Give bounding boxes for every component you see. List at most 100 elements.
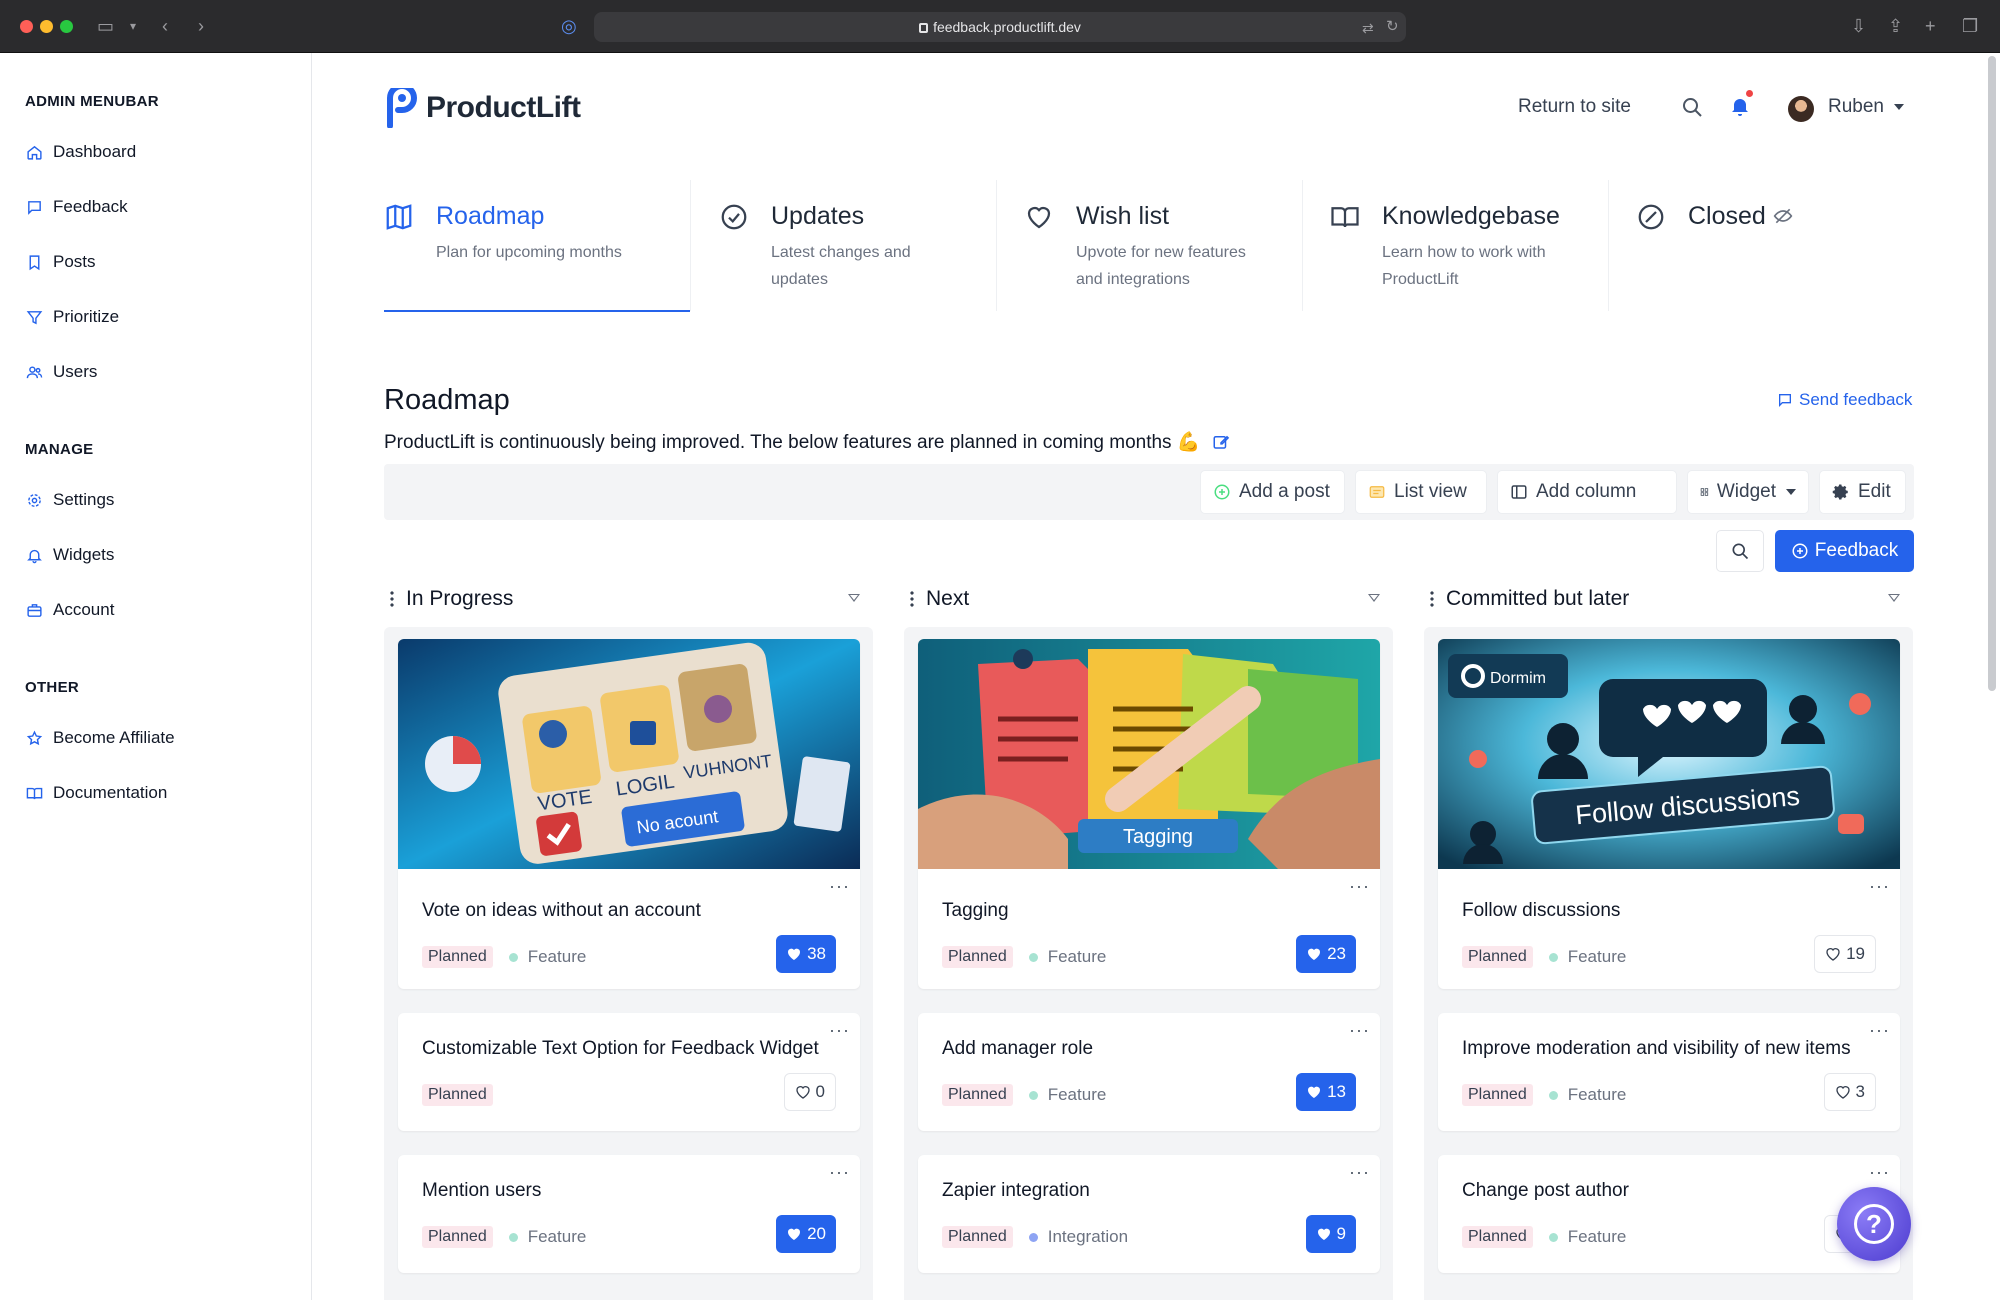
share-icon[interactable]: ⇪ [1888,14,1903,38]
user-menu-name[interactable]: Ruben [1828,96,1884,118]
sidebar-item-documentation[interactable]: Documentation [25,781,167,805]
tab-overview-icon[interactable]: ❐ [1962,14,1978,38]
chevron-down-icon[interactable] [1894,104,1904,110]
list-view-button[interactable]: List view [1355,470,1487,514]
column-header-committed-but-later[interactable]: Committed but later [1430,587,1910,610]
roadmap-card[interactable]: Tagging ··· Tagging Planned Feature 23 [918,639,1380,989]
tab-wish-list[interactable]: Wish list Upvote for new features and in… [1024,180,1300,311]
category-label[interactable]: Feature [1568,1085,1627,1105]
tab-knowledgebase[interactable]: Knowledgebase Learn how to work with Pro… [1330,180,1606,311]
avatar[interactable] [1788,96,1814,122]
new-tab-icon[interactable]: + [1925,14,1936,38]
sidebar-item-posts[interactable]: Posts [25,250,96,274]
return-to-site-link[interactable]: Return to site [1518,96,1631,118]
sidebar-item-widgets[interactable]: Widgets [25,543,114,567]
status-badge[interactable]: Planned [422,1084,493,1106]
sidebar-toggle-icon[interactable]: ▭ [97,14,114,38]
status-badge[interactable]: Planned [1462,946,1533,968]
help-button[interactable]: ? [1837,1187,1911,1261]
password-manager-icon[interactable]: ◎ [561,14,577,38]
category-label[interactable]: Feature [1048,947,1107,967]
page-scrollbar[interactable] [1988,56,1996,691]
vote-button[interactable]: 19 [1814,935,1876,973]
address-bar[interactable]: feedback.productlift.dev ⇄ ↻ [594,12,1406,42]
feedback-button[interactable]: Feedback [1775,530,1914,572]
drag-handle-icon[interactable] [910,590,914,608]
collapse-triangle-icon[interactable] [1368,594,1380,602]
status-badge[interactable]: Planned [422,946,493,968]
add-column-button[interactable]: Add column [1497,470,1677,514]
vote-button[interactable]: 3 [1823,1073,1876,1111]
widget-dropdown[interactable]: Widget [1687,470,1809,514]
category-label[interactable]: Integration [1048,1227,1128,1247]
sidebar-item-users[interactable]: Users [25,360,97,384]
add-post-button[interactable]: Add a post [1200,470,1345,514]
card-more-menu[interactable]: ··· [829,877,850,895]
search-posts-button[interactable] [1716,530,1764,572]
card-more-menu[interactable]: ··· [829,1163,850,1181]
status-badge[interactable]: Planned [942,1084,1013,1106]
category-label[interactable]: Feature [528,947,587,967]
status-badge[interactable]: Planned [1462,1084,1533,1106]
sidebar-item-dashboard[interactable]: Dashboard [25,140,136,164]
sidebar-item-settings[interactable]: Settings [25,488,114,512]
roadmap-card[interactable]: ··· Customizable Text Option for Feedbac… [398,1013,860,1131]
notification-bell-icon[interactable] [1728,94,1752,118]
card-more-menu[interactable]: ··· [1349,877,1370,895]
zoom-window-button[interactable] [60,20,73,33]
back-arrow-icon[interactable]: ‹ [162,14,168,38]
status-badge[interactable]: Planned [422,1226,493,1248]
roadmap-card[interactable]: Dormim Follow discussions ··· Follow dis… [1438,639,1900,989]
chevron-down-icon[interactable]: ▾ [130,14,136,38]
vote-button[interactable]: 9 [1305,1215,1356,1253]
status-badge[interactable]: Planned [942,946,1013,968]
download-icon[interactable]: ⇩ [1851,14,1866,38]
column-header-next[interactable]: Next [910,587,1390,610]
sidebar-item-prioritize[interactable]: Prioritize [25,305,119,329]
roadmap-card[interactable]: VOTE LOGIL VUHNONT No acount ··· Vote on… [398,639,860,989]
category-label[interactable]: Feature [528,1227,587,1247]
category-label[interactable]: Feature [1568,947,1627,967]
card-more-menu[interactable]: ··· [1869,877,1890,895]
vote-button[interactable]: 38 [776,935,836,973]
tab-closed[interactable]: Closed [1636,180,1886,311]
column-header-in-progress[interactable]: In Progress [390,587,870,610]
close-window-button[interactable] [20,20,33,33]
vote-button[interactable]: 20 [776,1215,836,1253]
tab-updates[interactable]: Updates Latest changes and updates [719,180,995,311]
vote-button[interactable]: 23 [1296,935,1356,973]
edit-button[interactable]: Edit [1819,470,1906,514]
card-more-menu[interactable]: ··· [829,1021,850,1039]
search-icon[interactable] [1680,95,1704,119]
category-label[interactable]: Feature [1048,1085,1107,1105]
send-feedback-link[interactable]: Send feedback [1777,390,1912,410]
drag-handle-icon[interactable] [1430,590,1434,608]
roadmap-card[interactable]: ··· Add manager role Planned Feature 13 [918,1013,1380,1131]
card-more-menu[interactable]: ··· [1349,1021,1370,1039]
translate-icon[interactable]: ⇄ [1362,16,1374,40]
sidebar-item-feedback[interactable]: Feedback [25,195,128,219]
sidebar-item-become-affiliate[interactable]: Become Affiliate [25,726,175,750]
reload-icon[interactable]: ↻ [1386,15,1399,39]
collapse-triangle-icon[interactable] [1888,594,1900,602]
category-label[interactable]: Feature [1568,1227,1627,1247]
forward-arrow-icon[interactable]: › [198,14,204,38]
roadmap-card[interactable]: ··· Zapier integration Planned Integrati… [918,1155,1380,1273]
minimize-window-button[interactable] [40,20,53,33]
drag-handle-icon[interactable] [390,590,394,608]
status-badge[interactable]: Planned [942,1226,1013,1248]
tab-roadmap[interactable]: Roadmap Plan for upcoming months [384,180,690,311]
roadmap-card[interactable]: ··· Improve moderation and visibility of… [1438,1013,1900,1131]
card-more-menu[interactable]: ··· [1349,1163,1370,1181]
card-more-menu[interactable]: ··· [1869,1021,1890,1039]
productlift-logo[interactable]: ProductLift [384,88,581,128]
sidebar-item-account[interactable]: Account [25,598,114,622]
roadmap-card[interactable]: ··· Change post author Planned Feature 2 [1438,1155,1900,1273]
roadmap-card[interactable]: ··· Mention users Planned Feature 20 [398,1155,860,1273]
collapse-triangle-icon[interactable] [848,594,860,602]
edit-icon[interactable] [1212,433,1230,451]
status-badge[interactable]: Planned [1462,1226,1533,1248]
vote-button[interactable]: 13 [1296,1073,1356,1111]
card-more-menu[interactable]: ··· [1869,1163,1890,1181]
vote-button[interactable]: 0 [783,1073,836,1111]
